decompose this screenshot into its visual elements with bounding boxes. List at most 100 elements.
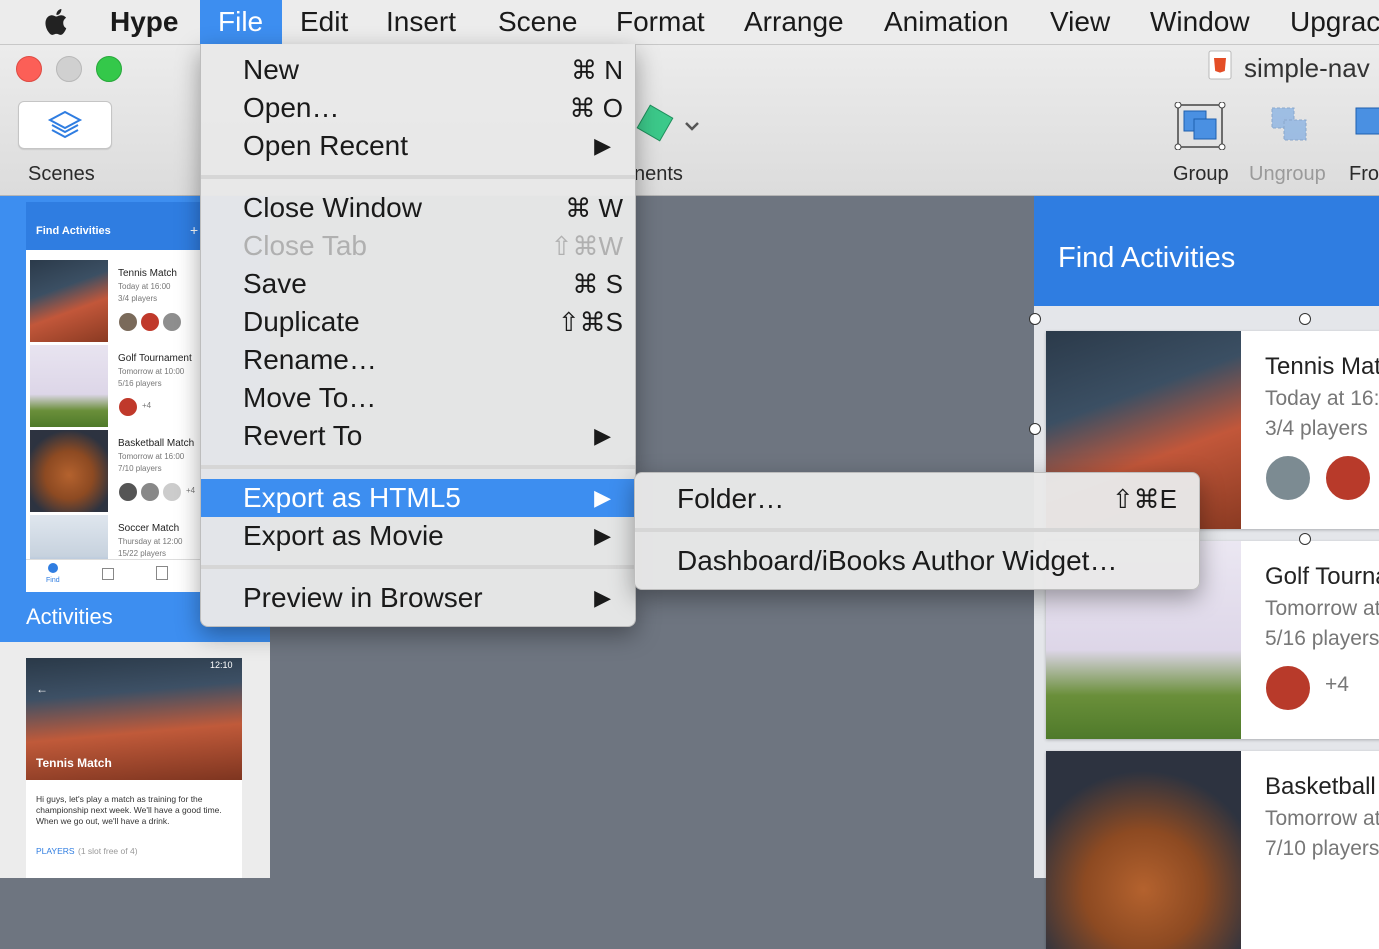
profile-icon bbox=[156, 566, 168, 580]
menu-item-open-recent[interactable]: Open Recent ▶ bbox=[201, 127, 635, 165]
scenes-button[interactable] bbox=[18, 101, 112, 149]
card-time: Thursday at 12:00 bbox=[118, 537, 183, 546]
menu-item-label: Move To… bbox=[243, 382, 377, 413]
close-window-button[interactable] bbox=[16, 56, 42, 82]
html5-file-icon bbox=[1208, 50, 1232, 80]
menu-item-label: Open… bbox=[243, 92, 340, 123]
menu-item-shortcut: ⌘ S bbox=[572, 269, 623, 299]
layers-icon bbox=[47, 110, 83, 139]
document-title: simple-nav bbox=[1244, 53, 1370, 83]
menu-window[interactable]: Window bbox=[1132, 0, 1268, 44]
players-label: PLAYERS bbox=[36, 846, 75, 856]
menu-view[interactable]: View bbox=[1032, 0, 1128, 44]
card-players: 5/16 players bbox=[118, 379, 162, 388]
menu-item-shortcut: ⌘ O bbox=[569, 93, 623, 123]
menu-separator bbox=[201, 465, 635, 469]
status-time: 12:10 bbox=[210, 660, 233, 670]
nav-find-label: Find bbox=[46, 577, 60, 584]
compass-icon bbox=[48, 563, 58, 573]
minimize-window-button[interactable] bbox=[56, 56, 82, 82]
avatar bbox=[118, 397, 138, 417]
thumb-card-tennis: Tennis Match Today at 16:00 3/4 players bbox=[30, 260, 200, 342]
scene-thumbnail-detail[interactable]: 12:10 ← Tennis Match Hi guys, let's play… bbox=[26, 658, 242, 878]
menu-item-save[interactable]: Save ⌘ S bbox=[201, 265, 635, 303]
doc-header-title: Find Activities bbox=[1058, 242, 1236, 274]
thumb-card-golf: Golf Tournament Tomorrow at 10:00 5/16 p… bbox=[30, 345, 200, 427]
thumb-header-title: Find Activities bbox=[36, 225, 111, 237]
selection-handle[interactable] bbox=[1029, 423, 1041, 435]
menu-item-shortcut: ⇧⌘E bbox=[1111, 484, 1177, 514]
detail-title: Tennis Match bbox=[36, 756, 112, 770]
menu-item-label: Rename… bbox=[243, 344, 377, 375]
menu-hype[interactable]: Hype bbox=[92, 0, 196, 44]
menu-insert[interactable]: Insert bbox=[368, 0, 474, 44]
menu-animation[interactable]: Animation bbox=[866, 0, 1027, 44]
menu-item-label: Folder… bbox=[677, 483, 785, 514]
ungroup-button[interactable] bbox=[1264, 102, 1318, 150]
menu-format[interactable]: Format bbox=[598, 0, 723, 44]
menu-item-preview-browser[interactable]: Preview in Browser ▶ bbox=[201, 579, 635, 617]
menu-item-export-widget[interactable]: Dashboard/iBooks Author Widget… bbox=[635, 542, 1199, 580]
submenu-arrow-icon: ▶ bbox=[594, 523, 611, 548]
card-title: Golf Tournament bbox=[118, 353, 192, 364]
card-time: Tomorrow at 16:00 bbox=[118, 452, 185, 461]
menu-item-move-to[interactable]: Move To… bbox=[201, 379, 635, 417]
menu-item-duplicate[interactable]: Duplicate ⇧⌘S bbox=[201, 303, 635, 341]
menu-bar: Hype File Edit Insert Scene Format Arran… bbox=[0, 0, 1379, 45]
menu-file[interactable]: File bbox=[200, 0, 282, 44]
group-button[interactable] bbox=[1174, 101, 1228, 151]
selection-handle[interactable] bbox=[1299, 313, 1311, 325]
menu-item-rename[interactable]: Rename… bbox=[201, 341, 635, 379]
bring-front-icon bbox=[1355, 107, 1379, 135]
menu-item-shortcut: ⌘ N bbox=[571, 55, 623, 85]
card-players: 7/10 players bbox=[118, 464, 162, 473]
card-players: 3/4 players bbox=[118, 294, 158, 303]
group-label: Group bbox=[1173, 163, 1229, 185]
menu-item-label: Export as HTML5 bbox=[243, 482, 461, 513]
card-players: 7/10 players bbox=[1265, 837, 1379, 860]
menu-scene[interactable]: Scene bbox=[480, 0, 595, 44]
file-menu: New ⌘ N Open… ⌘ O Open Recent ▶ Close Windo… bbox=[200, 44, 636, 627]
elements-label: nents bbox=[634, 163, 683, 185]
submenu-arrow-icon: ▶ bbox=[594, 133, 611, 158]
menu-item-label: Open Recent bbox=[243, 130, 408, 161]
selection-handle[interactable] bbox=[1029, 313, 1041, 325]
avatar bbox=[1325, 455, 1371, 501]
extra-players: +4 bbox=[1325, 673, 1349, 696]
card-time: Today at 16: bbox=[1265, 387, 1379, 410]
front-button[interactable] bbox=[1352, 106, 1379, 146]
calendar-icon bbox=[102, 568, 114, 580]
zoom-window-button[interactable] bbox=[96, 56, 122, 82]
menu-item-export-folder[interactable]: Folder… ⇧⌘E bbox=[635, 480, 1199, 518]
menu-item-revert-to[interactable]: Revert To ▶ bbox=[201, 417, 635, 455]
thumb-card-basketball: Basketball Match Tomorrow at 16:00 7/10 … bbox=[30, 430, 200, 512]
card-title: Tennis Match bbox=[118, 268, 177, 279]
tennis-image bbox=[30, 260, 108, 342]
menu-item-open[interactable]: Open… ⌘ O bbox=[201, 89, 635, 127]
menu-item-shortcut: ⌘ W bbox=[565, 193, 623, 223]
avatar bbox=[140, 482, 160, 502]
menu-item-label: Duplicate bbox=[243, 306, 360, 337]
menu-item-export-movie[interactable]: Export as Movie ▶ bbox=[201, 517, 635, 555]
group-icon bbox=[1174, 101, 1226, 151]
menu-item-export-html5[interactable]: Export as HTML5 ▶ bbox=[201, 479, 635, 517]
menu-edit[interactable]: Edit bbox=[282, 0, 366, 44]
menu-item-close-window[interactable]: Close Window ⌘ W bbox=[201, 189, 635, 227]
scene-thumbnail-activities[interactable]: Find Activities + Tennis Match Today at … bbox=[26, 202, 200, 592]
selection-handle[interactable] bbox=[1299, 533, 1311, 545]
elements-button[interactable] bbox=[630, 104, 704, 148]
apple-menu-icon[interactable] bbox=[22, 0, 92, 44]
extra-players: +4 bbox=[186, 486, 196, 495]
menu-item-label: Close Window bbox=[243, 192, 422, 223]
menu-item-label: Revert To bbox=[243, 420, 363, 451]
card-title: Basketball Match bbox=[118, 438, 195, 449]
card-time: Today at 16:00 bbox=[118, 282, 171, 291]
back-arrow-icon: ← bbox=[36, 682, 48, 696]
players-note: (1 slot free of 4) bbox=[78, 846, 138, 856]
menu-item-new[interactable]: New ⌘ N bbox=[201, 51, 635, 89]
menu-upgrade[interactable]: Upgrac bbox=[1272, 0, 1379, 44]
menu-arrange[interactable]: Arrange bbox=[726, 0, 862, 44]
elements-icon bbox=[636, 104, 699, 142]
menu-item-close-tab[interactable]: Close Tab ⇧⌘W bbox=[201, 227, 635, 265]
doc-card-basketball[interactable]: Basketball Tomorrow at 7/10 players bbox=[1046, 751, 1379, 949]
